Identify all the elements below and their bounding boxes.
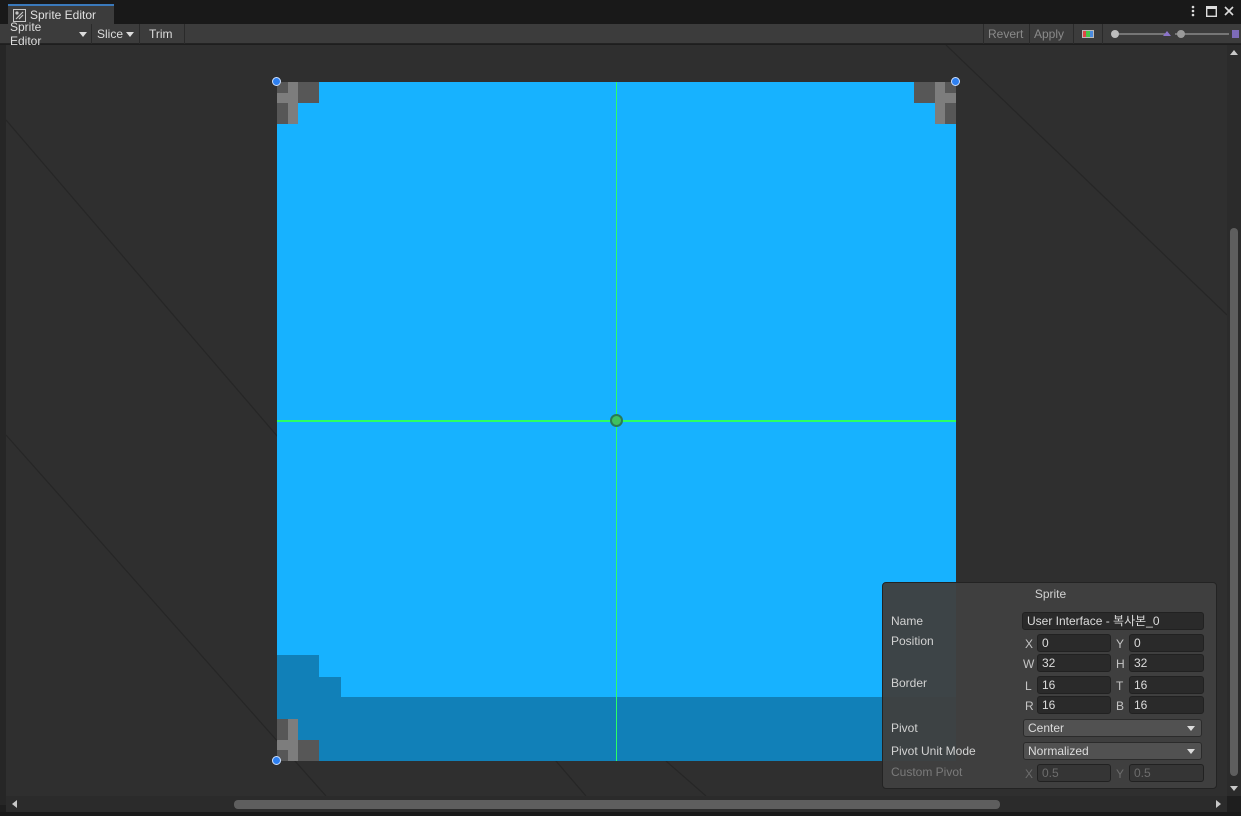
pivot-dropdown[interactable]: Center bbox=[1023, 719, 1202, 737]
border-t-field[interactable]: 16 bbox=[1129, 676, 1204, 694]
border-t-label: T bbox=[1116, 679, 1124, 693]
name-field[interactable]: User Interface - 복사본_0 bbox=[1022, 612, 1204, 630]
pos-h-label: H bbox=[1116, 657, 1125, 671]
bottom-edge bbox=[0, 812, 1241, 816]
transparent-corner-bottom-left bbox=[277, 719, 319, 761]
border-l-field[interactable]: 16 bbox=[1037, 676, 1111, 694]
pivot-unit-mode-dropdown[interactable]: Normalized bbox=[1023, 742, 1202, 760]
border-l-label: L bbox=[1025, 679, 1032, 693]
slice-dropdown[interactable]: Slice bbox=[93, 24, 140, 44]
position-label: Position bbox=[891, 634, 934, 648]
sprite-inspector-panel: Sprite Name User Interface - 복사본_0 Posit… bbox=[882, 582, 1217, 789]
custom-pivot-y-label: Y bbox=[1116, 767, 1125, 781]
scroll-up-icon[interactable] bbox=[1227, 47, 1241, 57]
trim-label: Trim bbox=[149, 27, 173, 41]
transparent-corner-top-right bbox=[914, 82, 956, 124]
maximize-icon[interactable] bbox=[1205, 4, 1217, 18]
vertical-scrollbar[interactable] bbox=[1227, 45, 1241, 796]
custom-pivot-label: Custom Pivot bbox=[891, 765, 963, 779]
pos-x-label: X bbox=[1025, 637, 1034, 651]
apply-button[interactable]: Apply bbox=[1029, 24, 1073, 44]
chevron-down-icon bbox=[1187, 726, 1195, 731]
chevron-down-icon bbox=[79, 31, 87, 37]
custom-pivot-y-field: 0.5 bbox=[1129, 764, 1204, 782]
pos-x-field[interactable]: 0 bbox=[1037, 634, 1111, 652]
horizontal-scrollbar[interactable] bbox=[6, 796, 1227, 812]
pos-w-field[interactable]: 32 bbox=[1037, 654, 1111, 672]
zoom-slider[interactable] bbox=[1102, 24, 1241, 44]
slice-label: Slice bbox=[97, 27, 124, 41]
scroll-left-icon[interactable] bbox=[10, 796, 20, 812]
pos-y-field[interactable]: 0 bbox=[1129, 634, 1204, 652]
transparent-corner-top-left bbox=[277, 82, 319, 124]
pos-y-label: Y bbox=[1116, 637, 1125, 651]
horizontal-scroll-thumb[interactable] bbox=[234, 800, 1000, 809]
rgb-channel-icon bbox=[1082, 27, 1094, 41]
border-b-label: B bbox=[1116, 699, 1125, 713]
scroll-right-icon[interactable] bbox=[1213, 796, 1223, 812]
panel-title: Sprite bbox=[1034, 587, 1067, 601]
resize-handle-bottom-left[interactable] bbox=[272, 756, 281, 765]
zoom-slider-icon bbox=[1111, 30, 1239, 38]
pos-h-field[interactable]: 32 bbox=[1129, 654, 1204, 672]
kebab-menu-icon[interactable] bbox=[1187, 4, 1199, 18]
vertical-scroll-thumb[interactable] bbox=[1230, 228, 1238, 776]
resize-handle-top-left[interactable] bbox=[272, 77, 281, 86]
chevron-down-icon bbox=[1187, 749, 1195, 754]
resize-handle-top-right[interactable] bbox=[951, 77, 960, 86]
custom-pivot-x-label: X bbox=[1025, 767, 1034, 781]
tab-bar: Sprite Editor bbox=[0, 0, 1241, 24]
trim-button[interactable]: Trim bbox=[141, 24, 185, 44]
pos-w-label: W bbox=[1023, 657, 1035, 671]
sprite-editor-label: Sprite Editor bbox=[10, 20, 42, 48]
revert-label: Revert bbox=[988, 27, 1024, 41]
pivot-value: Center bbox=[1028, 721, 1065, 735]
sprite-texture[interactable] bbox=[277, 82, 956, 761]
apply-label: Apply bbox=[1034, 27, 1065, 41]
name-label: Name bbox=[891, 614, 924, 628]
revert-button[interactable]: Revert bbox=[983, 24, 1029, 44]
pivot-label: Pivot bbox=[891, 721, 918, 735]
border-r-label: R bbox=[1025, 699, 1034, 713]
toolbar: Sprite Editor Slice Trim Revert Apply bbox=[0, 20, 1241, 48]
border-label: Border bbox=[891, 676, 928, 690]
sprite-editor-dropdown[interactable]: Sprite Editor bbox=[6, 20, 92, 48]
pivot-handle[interactable] bbox=[610, 414, 623, 427]
sprite-shadow-region bbox=[319, 677, 341, 761]
close-icon[interactable] bbox=[1223, 4, 1235, 18]
border-r-field[interactable]: 16 bbox=[1037, 696, 1111, 714]
sprite-shadow-region bbox=[341, 697, 956, 761]
color-channel-button[interactable] bbox=[1073, 24, 1102, 44]
chevron-down-icon bbox=[126, 31, 135, 37]
border-b-field[interactable]: 16 bbox=[1129, 696, 1204, 714]
pivot-unit-mode-value: Normalized bbox=[1028, 744, 1089, 758]
scroll-down-icon[interactable] bbox=[1227, 784, 1241, 794]
pivot-unit-mode-label: Pivot Unit Mode bbox=[891, 744, 976, 758]
custom-pivot-x-field: 0.5 bbox=[1037, 764, 1111, 782]
